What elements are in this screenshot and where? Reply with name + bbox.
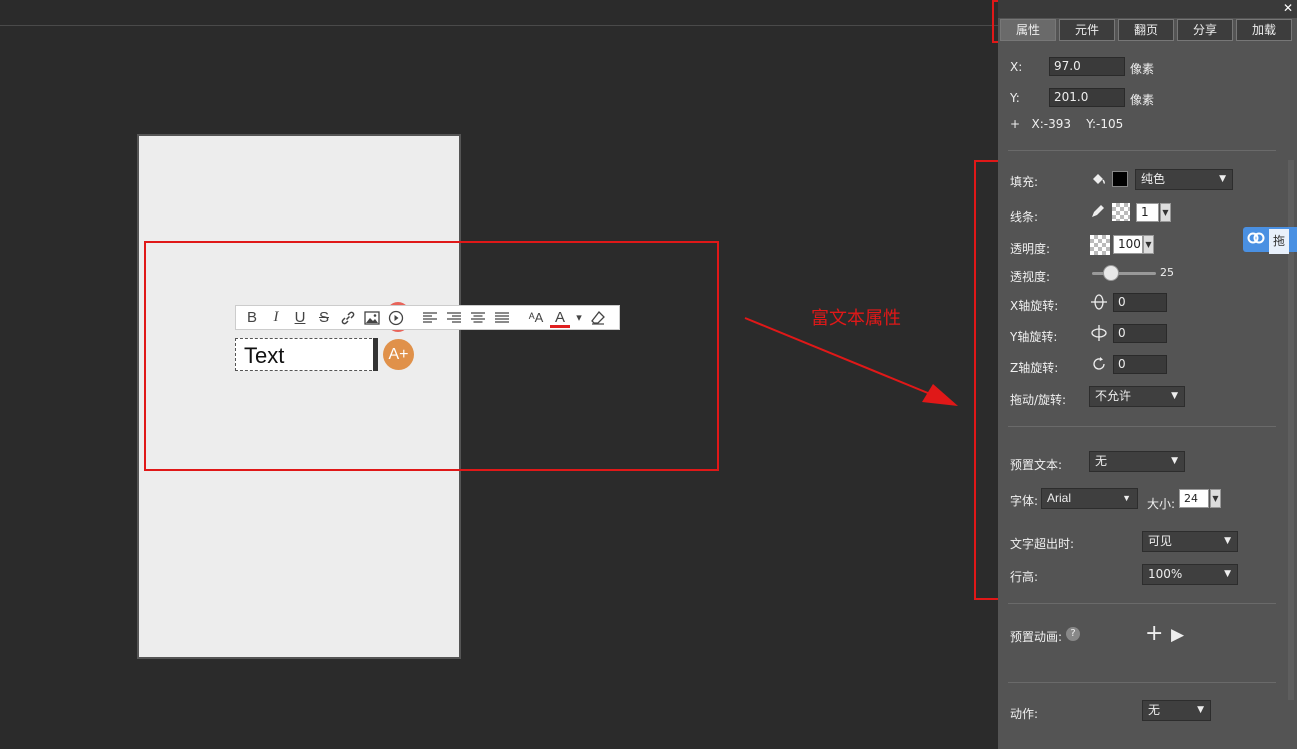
panel-titlebar: ✕ bbox=[998, 0, 1297, 18]
perspective-slider-knob[interactable] bbox=[1103, 265, 1119, 281]
preset-text-select[interactable]: 无 ▼ bbox=[1089, 451, 1185, 472]
x-unit: 像素 bbox=[1130, 62, 1155, 76]
x-label: X: bbox=[1010, 60, 1023, 74]
perspective-value: 25 bbox=[1160, 266, 1174, 279]
close-icon[interactable]: ✕ bbox=[1283, 0, 1293, 16]
line-height-select[interactable]: 100% ▼ bbox=[1142, 564, 1238, 585]
tab-properties[interactable]: 属性 bbox=[1000, 19, 1056, 41]
tab-share[interactable]: 分享 bbox=[1177, 19, 1233, 41]
action-value: 无 bbox=[1148, 703, 1161, 717]
action-label: 动作: bbox=[1010, 707, 1039, 721]
coords-readout: + X:-393 Y:-105 bbox=[1010, 117, 1124, 131]
y-input[interactable]: 201.0 bbox=[1049, 88, 1125, 107]
fill-mode-value: 纯色 bbox=[1141, 172, 1166, 186]
play-animation-icon[interactable]: ▶ bbox=[1171, 624, 1184, 646]
chevron-down-icon: ▼ bbox=[1197, 705, 1204, 715]
chevron-down-icon: ▼ bbox=[1219, 174, 1226, 184]
fill-mode-select[interactable]: 纯色 ▼ bbox=[1135, 169, 1233, 190]
y-unit: 像素 bbox=[1130, 93, 1155, 107]
line-height-value: 100% bbox=[1148, 567, 1183, 581]
stroke-color-swatch[interactable] bbox=[1112, 203, 1130, 221]
line-height-label: 行高: bbox=[1010, 570, 1039, 584]
chevron-down-icon: ▼ bbox=[1171, 391, 1178, 401]
divider bbox=[1008, 426, 1276, 427]
z-rotate-icon bbox=[1090, 355, 1108, 377]
perspective-label: 透视度: bbox=[1010, 270, 1051, 284]
add-icon[interactable]: + bbox=[1145, 622, 1163, 646]
tab-page-turn[interactable]: 翻页 bbox=[1118, 19, 1174, 41]
size-label: 大小: bbox=[1147, 497, 1176, 511]
font-value: Arial bbox=[1047, 491, 1072, 505]
opacity-input[interactable]: 100 bbox=[1113, 235, 1143, 254]
help-icon[interactable]: ? bbox=[1066, 627, 1080, 641]
opacity-dropdown[interactable]: ▼ bbox=[1143, 235, 1154, 254]
stroke-label: 线条: bbox=[1010, 210, 1039, 224]
stroke-width-dropdown[interactable]: ▼ bbox=[1160, 203, 1171, 222]
x-input[interactable]: 97.0 bbox=[1049, 57, 1125, 76]
overflow-value: 可见 bbox=[1148, 534, 1173, 548]
tab-loading[interactable]: 加载 bbox=[1236, 19, 1292, 41]
y-rotate-icon bbox=[1090, 324, 1108, 346]
z-rotation-input[interactable]: 0 bbox=[1113, 355, 1167, 374]
tab-components[interactable]: 元件 bbox=[1059, 19, 1115, 41]
size-input[interactable]: 24 bbox=[1179, 489, 1209, 508]
preset-animation-label: 预置动画: bbox=[1010, 630, 1063, 644]
divider bbox=[1008, 682, 1276, 683]
preset-text-value: 无 bbox=[1095, 454, 1108, 468]
font-select[interactable]: Arial ▼ bbox=[1041, 488, 1138, 509]
chevron-down-icon: ▼ bbox=[1122, 493, 1131, 503]
cloud-link-icon bbox=[1243, 227, 1269, 252]
x-rotation-input[interactable]: 0 bbox=[1113, 293, 1167, 312]
y-rotation-input[interactable]: 0 bbox=[1113, 324, 1167, 343]
action-select[interactable]: 无 ▼ bbox=[1142, 700, 1211, 721]
perspective-slider-track[interactable] bbox=[1092, 272, 1156, 275]
drag-rotate-value: 不允许 bbox=[1095, 389, 1132, 403]
drag-rotate-select[interactable]: 不允许 ▼ bbox=[1089, 386, 1185, 407]
x-rotate-icon bbox=[1090, 293, 1108, 315]
chevron-down-icon: ▼ bbox=[1224, 536, 1231, 546]
overflow-select[interactable]: 可见 ▼ bbox=[1142, 531, 1238, 552]
y-rotation-label: Y轴旋转: bbox=[1010, 330, 1058, 344]
stroke-width-input[interactable]: 1 bbox=[1136, 203, 1159, 222]
opacity-label: 透明度: bbox=[1010, 242, 1051, 256]
divider bbox=[1008, 603, 1276, 604]
drag-rotate-label: 拖动/旋转: bbox=[1010, 393, 1067, 407]
font-label: 字体: bbox=[1010, 494, 1039, 508]
divider bbox=[1008, 150, 1276, 151]
pencil-icon[interactable] bbox=[1090, 203, 1106, 223]
fill-label: 填充: bbox=[1010, 175, 1039, 189]
x-rotation-label: X轴旋转: bbox=[1010, 299, 1059, 313]
overflow-label: 文字超出时: bbox=[1010, 537, 1075, 551]
size-dropdown[interactable]: ▼ bbox=[1210, 489, 1221, 508]
preset-text-label: 预置文本: bbox=[1010, 458, 1063, 472]
z-rotation-label: Z轴旋转: bbox=[1010, 361, 1059, 375]
y-label: Y: bbox=[1010, 91, 1020, 105]
chevron-down-icon: ▼ bbox=[1224, 569, 1231, 579]
opacity-swatch bbox=[1090, 235, 1110, 255]
chevron-down-icon: ▼ bbox=[1171, 456, 1178, 466]
drag-helper-text: 拖 bbox=[1269, 229, 1290, 254]
paint-bucket-icon[interactable] bbox=[1090, 171, 1106, 191]
panel-tabs: 属性 元件 翻页 分享 加载 bbox=[1000, 19, 1295, 41]
fill-color-swatch[interactable] bbox=[1112, 171, 1128, 187]
drag-helper-tag[interactable]: 拖 bbox=[1243, 227, 1297, 254]
